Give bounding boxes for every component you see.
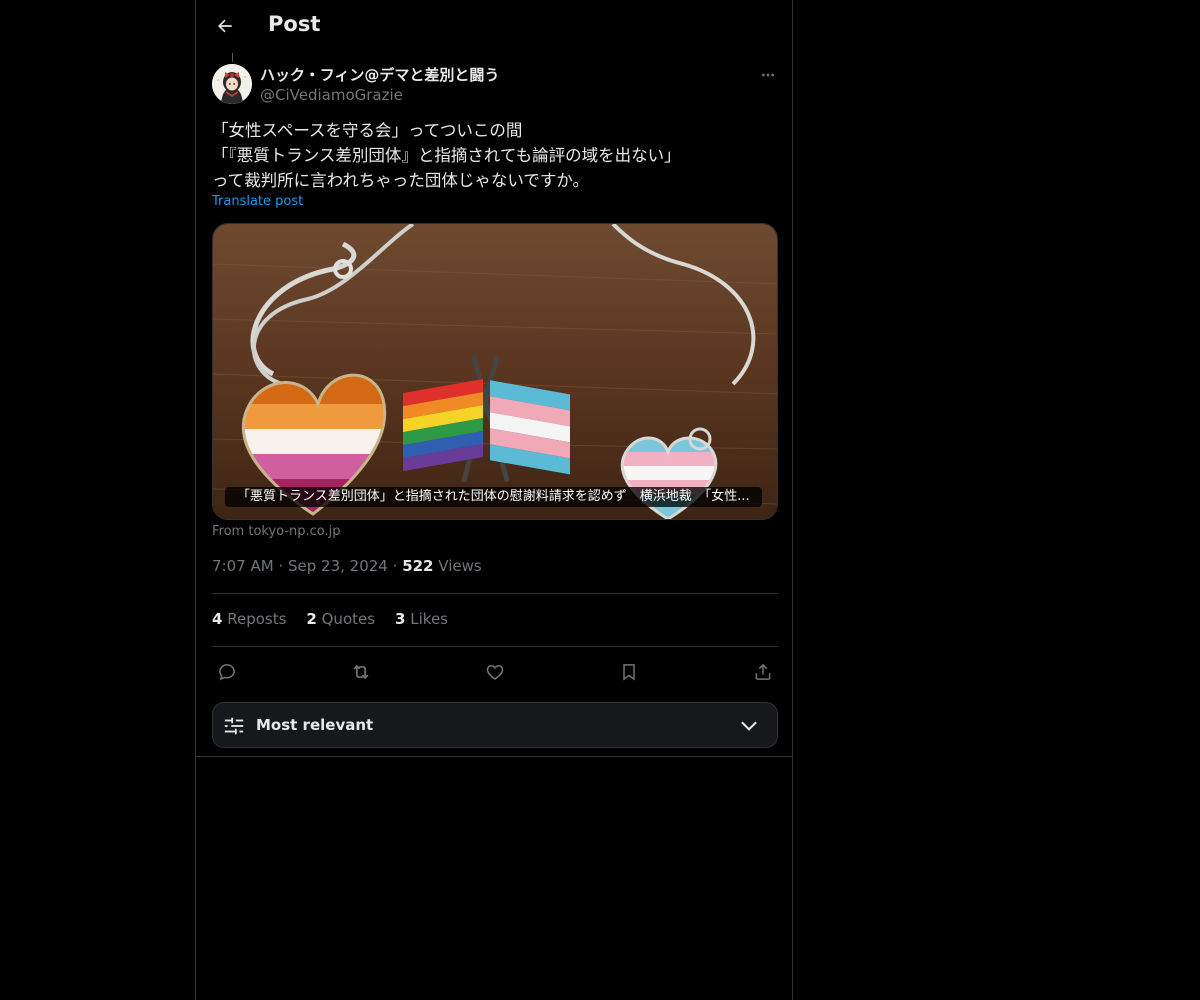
page-title: Post (268, 12, 321, 36)
reposts-count: 4 (212, 610, 223, 628)
likes-stat[interactable]: 3 Likes (395, 610, 448, 628)
avatar-illustration (212, 64, 252, 104)
back-button[interactable] (208, 9, 242, 43)
share-icon (755, 663, 771, 680)
bookmark-button[interactable] (615, 658, 643, 686)
arrow-left-icon (218, 19, 232, 33)
post-text-line: 「女性スペースを守る会」ってついこの間 (212, 121, 523, 140)
post-date[interactable]: Sep 23, 2024 (288, 557, 388, 575)
author-name[interactable]: ハック・フィン@デマと差別と闘う (260, 64, 499, 85)
link-card[interactable]: 「悪質トランス差別団体」と指摘された団体の慰謝料請求を認めず 横浜地裁 「女性.… (212, 223, 778, 520)
divider (212, 646, 778, 647)
quotes-count: 2 (306, 610, 317, 628)
likes-label: Likes (410, 610, 448, 628)
thread-line (232, 53, 233, 62)
reply-icon (219, 664, 235, 681)
translate-post-link[interactable]: Translate post (212, 194, 303, 209)
post-time[interactable]: 7:07 AM (212, 557, 274, 575)
repost-icon (353, 664, 369, 680)
sort-replies-dropdown[interactable]: Most relevant (212, 702, 778, 748)
reply-button[interactable] (213, 658, 241, 686)
share-button[interactable] (749, 658, 777, 686)
more-options-button[interactable] (756, 64, 780, 86)
bookmark-icon (623, 664, 635, 681)
post-stats: 4 Reposts 2 Quotes 3 Likes (212, 610, 448, 628)
header: Post (196, 0, 792, 53)
author-handle[interactable]: @CiVediamoGrazie (260, 86, 403, 104)
sliders-icon (224, 717, 244, 735)
views-count: 522 (402, 557, 434, 575)
views-label: Views (438, 557, 482, 575)
post-text-line: 「『悪質トランス差別団体』と指摘されても論評の域を出ない」 (212, 146, 681, 165)
meta-separator: · (392, 557, 398, 575)
meta-separator: · (278, 557, 284, 575)
card-image (213, 224, 777, 519)
quotes-stat[interactable]: 2 Quotes (306, 610, 375, 628)
post-meta: 7:07 AM · Sep 23, 2024 · 522 Views (212, 557, 482, 575)
like-icon (486, 664, 504, 681)
divider (212, 593, 778, 594)
post-column: Post ハック・フィン@デマと差別と闘う @CiVediamoGrazie 「… (195, 0, 793, 1000)
likes-count: 3 (395, 610, 406, 628)
sort-label: Most relevant (256, 716, 374, 734)
action-bar (212, 658, 778, 686)
chevron-down-icon (741, 721, 757, 731)
divider (196, 756, 792, 757)
more-dots-icon (762, 73, 774, 77)
card-caption: 「悪質トランス差別団体」と指摘された団体の慰謝料請求を認めず 横浜地裁 「女性.… (225, 487, 762, 507)
post-text: 「女性スペースを守る会」ってついこの間 「『悪質トランス差別団体』と指摘されても… (212, 118, 778, 193)
card-source[interactable]: From tokyo-np.co.jp (212, 524, 341, 539)
like-button[interactable] (481, 658, 509, 686)
repost-button[interactable] (347, 658, 375, 686)
reposts-stat[interactable]: 4 Reposts (212, 610, 286, 628)
quotes-label: Quotes (321, 610, 376, 628)
reposts-label: Reposts (227, 610, 287, 628)
post-text-line: って裁判所に言われちゃった団体じゃないですか。 (212, 171, 590, 190)
avatar[interactable] (212, 64, 252, 104)
